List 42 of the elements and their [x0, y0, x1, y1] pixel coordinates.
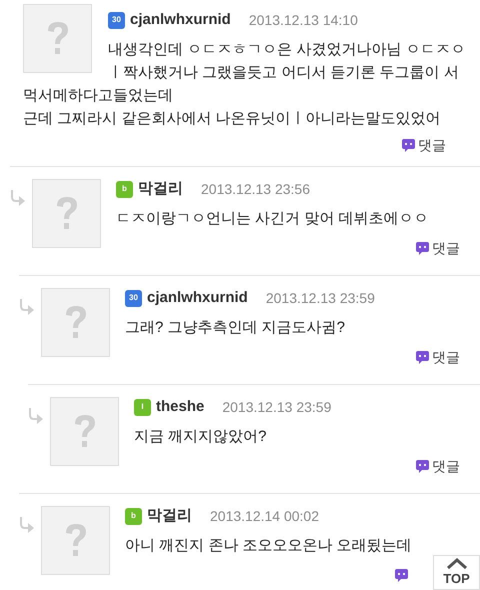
comment-text: ㄷㅈ이랑ㄱㅇ언니는 사긴거 맞어 데뷔초에ㅇㅇ: [116, 209, 430, 229]
timestamp: 2013.12.13 23:59: [266, 288, 375, 308]
speech-bubble-icon: [415, 458, 430, 474]
timestamp: 2013.12.14 00:02: [210, 506, 319, 526]
comment-text: 그래? 그냥추측인데 지금도사귐?: [125, 318, 346, 338]
username: cjanlwhxurnid: [130, 10, 231, 30]
level-badge: I: [134, 398, 151, 416]
reply-button[interactable]: 댓글: [401, 136, 446, 154]
reply-arrow-icon: [19, 516, 35, 534]
comment-text: 아니 깨진지 존나 조오오오온나 오래됬는데: [125, 536, 413, 556]
avatar-placeholder-icon: [64, 522, 88, 558]
avatar-placeholder-icon: [54, 196, 78, 232]
comment-text: 내생각인데 ㅇㄷㅈㅎㄱㅇ은 사겼었거나아님 ㅇㄷㅈㅇ ㅣ짝사했거나 그랬을듯고 어디서 듣기론 두그룹이 서: [108, 40, 466, 83]
avatar-placeholder-icon: [64, 304, 88, 340]
reply-button[interactable]: [394, 566, 409, 584]
reply-arrow-icon: [19, 298, 35, 316]
reply-button[interactable]: 댓글: [415, 239, 460, 257]
speech-bubble-icon: [415, 240, 430, 256]
username: theshe: [156, 396, 204, 417]
level-badge: b: [116, 180, 133, 198]
comment-text: 지금 깨지지않았어?: [134, 427, 268, 447]
speech-bubble-icon: [401, 138, 416, 152]
reply-button[interactable]: 댓글: [415, 348, 460, 366]
top-button[interactable]: TOP: [433, 555, 480, 590]
reply-arrow-icon: [10, 189, 26, 207]
username: cjanlwhxurnid: [147, 288, 248, 308]
avatar-placeholder-icon: [72, 414, 96, 450]
username: 막걸리: [147, 506, 192, 526]
timestamp: 2013.12.13 23:56: [201, 180, 310, 198]
chevron-up-icon: [446, 558, 468, 570]
speech-bubble-icon: [394, 568, 409, 582]
username: 막걸리: [138, 178, 183, 199]
reply-arrow-icon: [28, 407, 44, 425]
avatar-placeholder-icon: [46, 20, 70, 56]
timestamp: 2013.12.13 14:10: [248, 10, 358, 30]
level-badge: b: [125, 508, 142, 524]
level-badge: 30: [125, 290, 142, 306]
speech-bubble-icon: [415, 350, 430, 364]
comment-text: 먹서메하다고들었는데 근데 그찌라시 같은회사에서 나온유닛이ㅣ아니라는말도있었어: [23, 86, 442, 129]
reply-button[interactable]: 댓글: [415, 457, 460, 475]
level-badge: 30: [108, 12, 125, 28]
timestamp: 2013.12.13 23:59: [222, 398, 332, 416]
